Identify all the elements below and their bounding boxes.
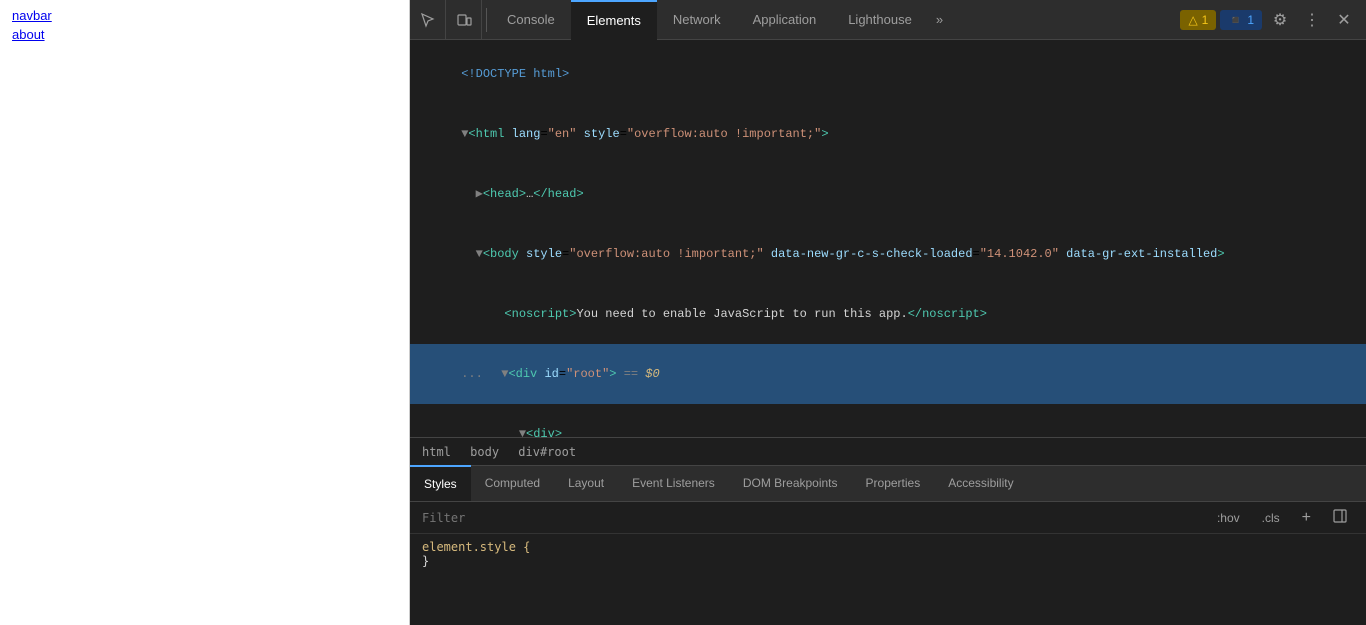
toolbar-right: △ 1 ◾ 1 ⚙ ⋮ ✕ (1180, 6, 1366, 34)
breadcrumb-sep-2 (503, 445, 514, 459)
more-options-icon[interactable]: ⋮ (1298, 6, 1326, 34)
filter-input[interactable] (422, 511, 1210, 525)
dom-line-div-root[interactable]: ... ▼<div id="root"> == $0 (410, 344, 1366, 404)
tab-styles[interactable]: Styles (410, 465, 471, 501)
tab-dom-breakpoints[interactable]: DOM Breakpoints (729, 465, 852, 501)
tab-console[interactable]: Console (491, 0, 571, 40)
tab-computed[interactable]: Computed (471, 465, 554, 501)
tab-accessibility[interactable]: Accessibility (934, 465, 1027, 501)
tab-properties[interactable]: Properties (852, 465, 935, 501)
navbar-link[interactable]: navbar (12, 8, 397, 23)
styles-content: element.style { } (410, 534, 1366, 625)
dom-line-head[interactable]: ▶<head>…</head> (410, 164, 1366, 224)
add-style-icon[interactable]: + (1295, 506, 1318, 530)
breadcrumb-divroot[interactable]: div#root (514, 443, 580, 461)
tab-lighthouse[interactable]: Lighthouse (832, 0, 928, 40)
more-tabs-icon[interactable]: » (928, 0, 951, 40)
dom-line-body[interactable]: ▼<body style="overflow:auto !important;"… (410, 224, 1366, 284)
filter-row: :hov .cls + (410, 502, 1366, 534)
warning-count: 1 (1202, 13, 1209, 27)
warning-icon: △ (1188, 13, 1197, 27)
filter-right: :hov .cls + (1210, 506, 1354, 530)
bottom-tabs-bar: Styles Computed Layout Event Listeners D… (410, 466, 1366, 502)
bottom-panel: Styles Computed Layout Event Listeners D… (410, 465, 1366, 625)
style-close-brace: } (422, 554, 1354, 568)
info-icon: ◾ (1228, 13, 1243, 27)
devtools-panel: Console Elements Network Application Lig… (410, 0, 1366, 625)
breadcrumb-html[interactable]: html (418, 443, 455, 461)
toolbar-sep-1 (486, 8, 487, 32)
tab-layout[interactable]: Layout (554, 465, 618, 501)
dom-line-html[interactable]: ▼<html lang="en" style="overflow:auto !i… (410, 104, 1366, 164)
dom-line-noscript[interactable]: <noscript>You need to enable JavaScript … (410, 284, 1366, 344)
about-link[interactable]: about (12, 27, 397, 42)
breadcrumb-body[interactable]: body (466, 443, 503, 461)
style-selector: element.style { (422, 540, 530, 554)
tab-elements[interactable]: Elements (571, 0, 657, 40)
settings-icon[interactable]: ⚙ (1266, 6, 1294, 34)
tab-application[interactable]: Application (737, 0, 833, 40)
dom-line-div-inner[interactable]: ▼<div> (410, 404, 1366, 437)
warning-badge[interactable]: △ 1 (1180, 10, 1216, 30)
webpage-preview: navbar about (0, 0, 410, 625)
breadcrumb: html body div#root (410, 437, 1366, 465)
cls-button[interactable]: .cls (1255, 508, 1287, 528)
tab-network[interactable]: Network (657, 0, 737, 40)
dom-line-doctype[interactable]: <!DOCTYPE html> (410, 44, 1366, 104)
info-count: 1 (1247, 13, 1254, 27)
device-toggle-icon[interactable] (446, 0, 482, 40)
style-brace: } (422, 554, 429, 568)
toggle-sidebar-icon[interactable] (1326, 506, 1354, 529)
info-badge[interactable]: ◾ 1 (1220, 10, 1262, 30)
devtools-toolbar: Console Elements Network Application Lig… (410, 0, 1366, 40)
breadcrumb-sep-1 (455, 445, 466, 459)
style-rule: element.style { (422, 540, 1354, 554)
tab-event-listeners[interactable]: Event Listeners (618, 465, 729, 501)
dom-tree: <!DOCTYPE html> ▼<html lang="en" style="… (410, 40, 1366, 437)
close-devtools-icon[interactable]: ✕ (1330, 6, 1358, 34)
hov-button[interactable]: :hov (1210, 508, 1247, 528)
inspect-icon[interactable] (410, 0, 446, 40)
